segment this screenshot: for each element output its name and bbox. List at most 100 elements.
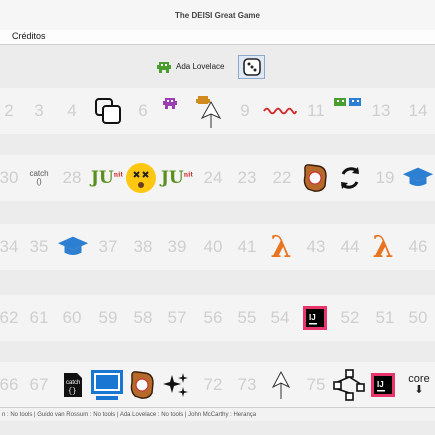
players-token-cell [331,88,365,134]
board-row-2: 30 catch () 28 JUnit JUnit 24 23 22 19 [0,155,435,201]
graduation-cap-icon [402,167,434,187]
lambda-tool-cell: λ [264,224,298,270]
board-cell: 3 [34,101,44,120]
bug-tool-cell [263,88,297,134]
intellij-label: IJ [309,313,316,322]
monitor-icon [91,370,123,400]
tree-icon [196,96,222,128]
board-row-1: 2 3 4 6 9 11 13 14 [0,88,435,134]
baseball-glove-icon [303,164,327,192]
purple-alien-icon [163,98,177,109]
graduation-cap-cell [56,224,90,270]
lambda-icon: λ [372,229,394,265]
down-arrow-icon: ⬇ [414,384,424,396]
graph-icon [333,369,365,401]
current-player-name: Ada Lovelace [176,62,225,71]
aliens-group-icon [334,98,361,106]
board-cell: 61 [29,308,49,327]
baseball-glove-cell [298,155,332,201]
board-cell: 55 [237,308,257,327]
board-cell: 41 [237,237,257,256]
tree-tool-cell [264,362,298,408]
sparkles-icon [163,373,188,397]
dice-button[interactable] [238,55,265,79]
intellij-tool-cell: IJ [366,362,400,408]
board-cell: 38 [133,237,153,256]
board-cell: 44 [340,237,360,256]
board-row-4: 62 61 60 59 58 57 56 55 54 IJ 52 51 50 [0,295,435,341]
alien-sprite-icon [157,62,171,73]
board-cell: 54 [270,308,290,327]
junit-icon: JUnit [90,168,124,188]
board-cell: 11 [307,101,325,120]
status-bar: n : No tools | Guido van Rossum : No too… [0,407,435,422]
tree-tool-cell [193,88,227,134]
board-cell: 28 [62,168,82,187]
board-cell: 22 [272,168,292,187]
status-text: n : No tools | Guido van Rossum : No too… [2,412,257,418]
board-cell: 72 [203,375,223,394]
catch-block-tool-cell: catch {} [56,362,90,408]
board-cell: 46 [408,237,428,256]
board-cell: 58 [133,308,153,327]
board-cell: 23 [237,168,257,187]
menu-creditos[interactable]: Créditos [12,31,46,41]
board-cell: 67 [29,375,49,394]
board-cell: 24 [203,168,223,187]
board-cell: 4 [67,101,77,120]
intellij-icon: IJ [371,373,395,397]
board-cell: 50 [408,308,428,327]
window-title-bar: The DEISI Great Game [0,0,435,31]
lambda-icon: λ [270,229,292,265]
menu-bar: Créditos [0,30,435,45]
catch-tool-cell: catch () [22,155,56,201]
board-cell: 35 [29,237,49,256]
svg-text:{}: {} [68,388,76,396]
board-cell: 13 [371,101,391,120]
copy-tool-cell [91,88,125,134]
dizzy-face-icon [126,163,156,193]
board-cell: 51 [375,308,395,327]
catch-block-label: catch [66,380,80,386]
refresh-tool-cell [333,155,367,201]
board-cell: 14 [408,101,428,120]
board-cell: 73 [237,375,257,394]
intellij-label: IJ [377,380,384,389]
catch-parens-label: () [36,177,42,186]
board-cell: 37 [98,237,118,256]
graph-tool-cell [332,362,366,408]
intellij-tool-cell: IJ [298,295,332,341]
board-cell: 75 [306,375,326,394]
baseball-glove-cell [125,362,159,408]
board-row-5: 66 67 catch {} 72 73 75 IJ core ⬇ [0,362,435,408]
board-cell: 9 [240,101,250,120]
intellij-icon: IJ [303,306,327,330]
sparkles-tool-cell [159,362,193,408]
window-bottom [0,421,435,435]
wave-bug-icon [263,107,297,115]
player-token-cell [153,88,187,134]
board-row-3: 34 35 37 38 39 40 41 λ 43 44 λ 46 [0,224,435,270]
graduation-cap-cell [401,155,435,201]
board-cell: 40 [203,237,223,256]
junit-tool-cell: JUnit [90,155,124,201]
monitor-tool-cell [90,362,124,408]
board-cell: 59 [98,308,118,327]
board-cell: 57 [167,308,187,327]
graduation-cap-icon [57,236,89,256]
refresh-icon [340,167,360,189]
board-cell: 43 [306,237,326,256]
board-cell: 52 [340,308,360,327]
board-cell: 56 [203,308,223,327]
dizzy-face-cell [124,155,158,201]
board-cell: 60 [62,308,82,327]
tree-icon [271,370,291,399]
dice-icon [243,58,261,76]
copy-icon [95,98,121,124]
current-player-panel: Ada Lovelace [0,54,435,80]
board-cell: 39 [167,237,187,256]
lambda-tool-cell: λ [366,224,400,270]
core-tool-cell: core ⬇ [402,362,435,408]
board-cell: 19 [375,168,395,187]
junit-icon: JUnit [160,168,194,188]
